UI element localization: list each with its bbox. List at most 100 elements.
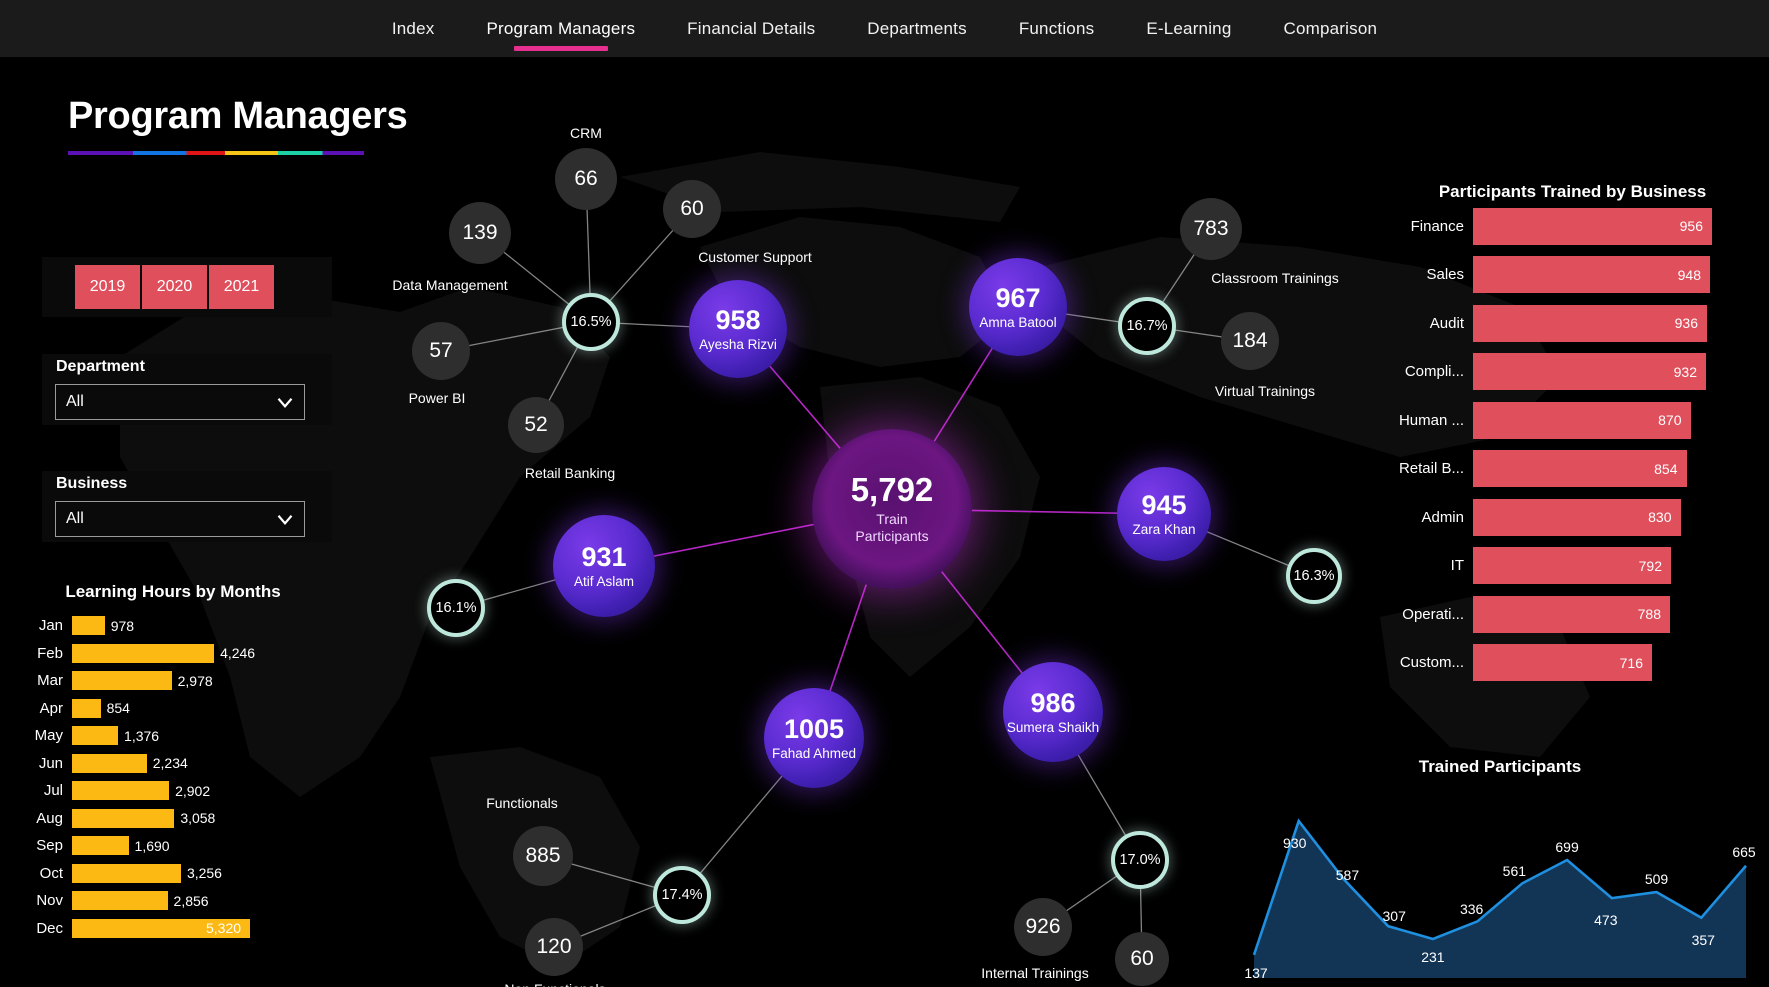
percent-node-0[interactable]: 16.5% — [562, 293, 620, 351]
participants-business-category-label: Admin — [1421, 508, 1464, 526]
percent-node-1[interactable]: 16.7% — [1118, 297, 1176, 355]
participants-business-bar[interactable]: 956 — [1473, 207, 1712, 245]
participants-business-bar-track: 788 — [1473, 595, 1750, 633]
leaf-node-customer-support[interactable]: 60 — [663, 180, 721, 238]
participants-business-row[interactable]: Compli... 932 — [1395, 348, 1750, 397]
participants-business-row[interactable]: Custom... 716 — [1395, 639, 1750, 688]
manager-node-fahad-ahmed[interactable]: 1005 Fahad Ahmed — [764, 688, 864, 788]
nav-item-label: Program Managers — [486, 18, 636, 38]
top-navigation-bar: Index Program Managers Financial Details De… — [0, 0, 1769, 57]
participants-business-value-label: 788 — [1637, 606, 1661, 623]
manager-node-value: 967 — [995, 282, 1041, 313]
participants-business-row[interactable]: IT 792 — [1395, 542, 1750, 591]
participants-business-bar[interactable]: 830 — [1473, 498, 1681, 536]
participants-business-row[interactable]: Sales 948 — [1395, 251, 1750, 300]
participants-business-bar-track: 956 — [1473, 207, 1750, 245]
participants-business-category-label: Custom... — [1399, 654, 1464, 672]
trained-participants-title: Trained Participants — [1418, 757, 1582, 776]
participants-business-bar[interactable]: 932 — [1473, 353, 1706, 391]
participants-business-category-label: Finance — [1410, 217, 1464, 235]
participants-business-row[interactable]: Audit 936 — [1395, 299, 1750, 348]
participants-business-row[interactable]: Admin 830 — [1395, 493, 1750, 542]
percent-node-3[interactable]: 16.1% — [427, 579, 485, 637]
participants-business-row[interactable]: Human ... 870 — [1395, 396, 1750, 445]
leaf-node-power-bi[interactable]: 57 — [412, 322, 470, 380]
participants-business-bar[interactable]: 716 — [1473, 644, 1652, 682]
participants-business-row[interactable]: Finance 956 — [1395, 202, 1750, 251]
nav-item-program-managers[interactable]: Program Managers — [460, 0, 661, 57]
leaf-node-value: 52 — [524, 413, 548, 436]
trained-participants-plot: 137 930 587 307 231 336 561 699 473 509 357 665 — [1240, 781, 1760, 986]
participants-business-bar-track: 716 — [1473, 644, 1750, 682]
hub-node-label: Train Participants — [855, 510, 929, 545]
manager-node-name: Zara Khan — [1132, 521, 1196, 537]
percent-node-5[interactable]: 17.0% — [1111, 831, 1169, 889]
leaf-node-functionals[interactable]: 885 — [513, 826, 573, 886]
manager-node-ayesha-rizvi[interactable]: 958 Ayesha Rizvi — [689, 280, 787, 378]
nav-item-label: Comparison — [1283, 18, 1378, 38]
nav-item-comparison[interactable]: Comparison — [1258, 0, 1404, 57]
participants-business-category-label: Audit — [1429, 314, 1464, 332]
report-canvas: Program Managers 2019 2020 2021 Department… — [0, 57, 1769, 987]
manager-node-atif-aslam[interactable]: 931 Atif Aslam — [553, 515, 655, 617]
leaf-node-internal-trainings[interactable]: 926 — [1014, 898, 1072, 956]
nav-item-index[interactable]: Index — [366, 0, 461, 57]
participants-by-business-title: Participants Trained by Business — [1438, 182, 1707, 201]
leaf-node-value: 60 — [1130, 947, 1154, 970]
nav-item-e-learning[interactable]: E-Learning — [1120, 0, 1257, 57]
manager-node-zara-khan[interactable]: 945 Zara Khan — [1117, 467, 1211, 561]
manager-node-amna-batool[interactable]: 967 Amna Batool — [969, 258, 1067, 356]
trained-participants-value-label: 137 — [1244, 964, 1268, 981]
participants-by-business-chart: Participants Trained by Business Finance… — [1395, 182, 1750, 727]
participants-business-bar[interactable]: 948 — [1473, 256, 1710, 294]
participants-business-row[interactable]: Operati... 788 — [1395, 590, 1750, 639]
participants-business-row[interactable]: Retail B... 854 — [1395, 445, 1750, 494]
participants-business-value-label: 932 — [1673, 363, 1697, 380]
participants-business-value-label: 870 — [1658, 412, 1682, 429]
manager-node-sumera-shaikh[interactable]: 986 Sumera Shaikh — [1003, 662, 1103, 762]
leaf-node-value: 885 — [525, 844, 561, 867]
leaf-node-non-functionals[interactable]: 120 — [525, 918, 583, 976]
percent-node-value: 17.4% — [661, 887, 703, 903]
participants-business-bar[interactable]: 854 — [1473, 450, 1687, 488]
participants-business-bar-track: 932 — [1473, 353, 1750, 391]
percent-node-value: 16.5% — [570, 314, 612, 330]
trained-participants-area-fill — [1254, 821, 1746, 978]
participants-business-bar[interactable]: 792 — [1473, 547, 1671, 585]
participants-business-bar[interactable]: 870 — [1473, 401, 1691, 439]
leaf-node-crm[interactable]: 66 — [555, 148, 617, 210]
leaf-node-virtual-trainings[interactable]: 184 — [1221, 312, 1279, 370]
nav-item-departments[interactable]: Departments — [841, 0, 993, 57]
participants-business-value-label: 854 — [1654, 460, 1678, 477]
nav-item-functions[interactable]: Functions — [993, 0, 1121, 57]
leaf-node-classroom-trainings[interactable]: 783 — [1180, 198, 1242, 260]
participants-business-bar-track: 936 — [1473, 304, 1750, 342]
manager-node-name: Atif Aslam — [573, 573, 635, 589]
trained-participants-value-label: 665 — [1732, 843, 1756, 860]
manager-node-value: 958 — [715, 304, 761, 335]
nav-active-underline — [513, 46, 608, 51]
leaf-node-data-management[interactable]: 139 — [449, 202, 511, 264]
leaf-node-value: 139 — [462, 221, 498, 244]
leaf-node-external-trainings[interactable]: 60 — [1115, 932, 1169, 986]
percent-node-2[interactable]: 16.3% — [1286, 548, 1342, 604]
trained-participants-value-label: 231 — [1421, 949, 1445, 965]
percent-node-4[interactable]: 17.4% — [653, 866, 711, 924]
trained-participants-value-label: 336 — [1459, 901, 1484, 918]
nav-item-label: Functions — [1018, 18, 1095, 38]
manager-node-value: 986 — [1030, 687, 1076, 718]
trained-participants-area — [1252, 818, 1747, 978]
participants-business-bar-track: 792 — [1473, 547, 1750, 585]
nav-item-financial-details[interactable]: Financial Details — [661, 0, 841, 57]
participants-business-category-label: Operati... — [1402, 605, 1464, 623]
participants-business-bar[interactable]: 936 — [1473, 304, 1707, 342]
participants-business-bar[interactable]: 788 — [1473, 595, 1670, 633]
participants-business-value-label: 792 — [1638, 557, 1662, 574]
trained-participants-value-label: 307 — [1382, 908, 1406, 925]
trained-participants-value-label: 699 — [1555, 838, 1579, 855]
nav-item-label: Index — [391, 18, 435, 38]
manager-node-name: Fahad Ahmed — [771, 745, 857, 761]
leaf-node-retail-banking[interactable]: 52 — [508, 397, 564, 453]
nav-item-label: E-Learning — [1146, 18, 1232, 38]
hub-node-train-participants[interactable]: 5,792 Train Participants — [812, 429, 972, 589]
